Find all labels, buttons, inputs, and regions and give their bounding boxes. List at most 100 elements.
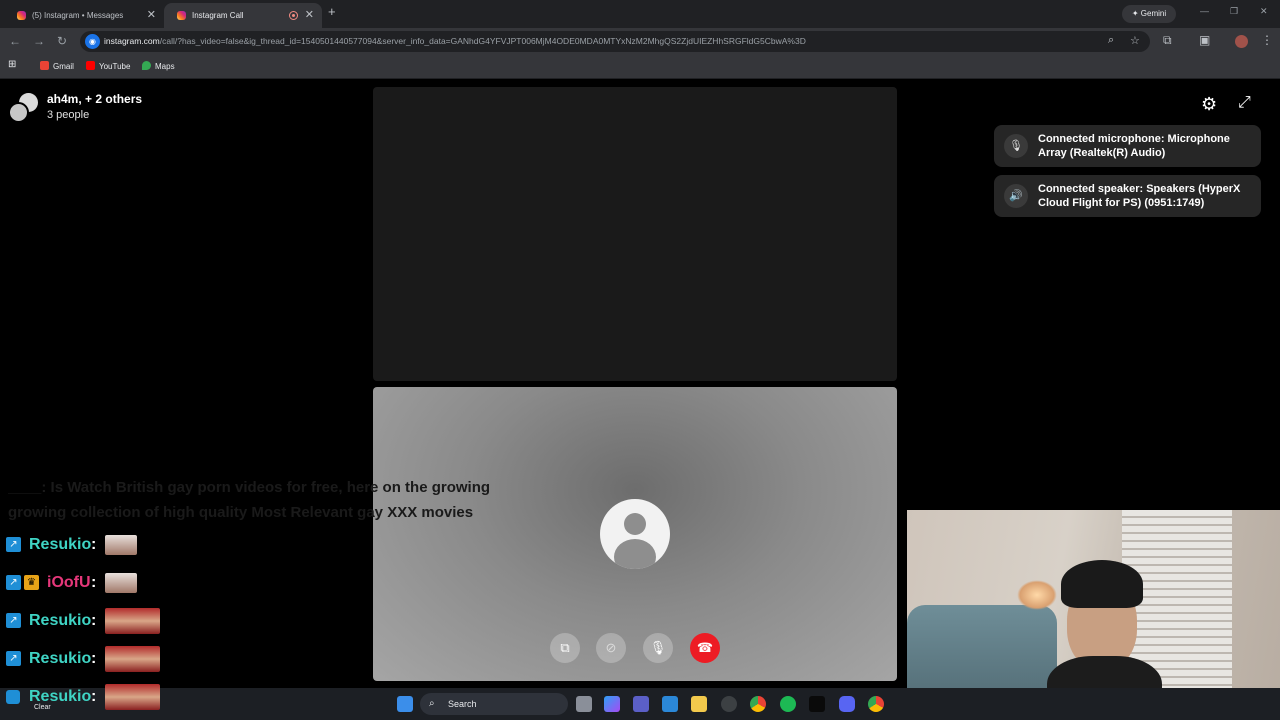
emote-image bbox=[105, 535, 137, 555]
chat-spam-line: ____: Is Watch British gay porn videos f… bbox=[8, 479, 491, 496]
chat-badge-icon: ↗ bbox=[6, 651, 21, 666]
file-explorer-icon[interactable] bbox=[691, 696, 707, 712]
bookmark-maps[interactable]: Maps bbox=[142, 61, 175, 71]
bookmark-label: YouTube bbox=[99, 62, 131, 71]
discord-icon[interactable] bbox=[839, 696, 855, 712]
url-path: /call/?has_video=false&ig_thread_id=1540… bbox=[159, 36, 806, 46]
chat-badge-icon: ↗ bbox=[6, 575, 21, 590]
tab-search-icon[interactable]: ▣ bbox=[1199, 33, 1210, 47]
chat-separator: : bbox=[91, 574, 97, 591]
microphone-icon: 🎙 bbox=[649, 640, 667, 655]
avatar-body bbox=[614, 539, 656, 569]
clear-label: Clear bbox=[34, 704, 51, 711]
bookmark-gmail[interactable]: Gmail bbox=[40, 61, 74, 71]
camera-off-button[interactable]: ⊘ bbox=[596, 633, 626, 663]
close-icon[interactable]: ✕ bbox=[147, 3, 156, 28]
obs-icon[interactable] bbox=[721, 696, 737, 712]
speaker-icon: 🔊 bbox=[1004, 184, 1028, 208]
reload-icon[interactable]: ↻ bbox=[57, 34, 67, 48]
chat-message: ↗ Resukio : bbox=[6, 532, 146, 558]
apps-grid-icon[interactable]: ⊞ bbox=[8, 59, 16, 70]
tab-label: Instagram Call bbox=[192, 11, 244, 20]
tab-instagram-call[interactable]: Instagram Call ✕ bbox=[164, 3, 322, 28]
emote-image bbox=[105, 684, 160, 710]
share-screen-icon: ⧉ bbox=[560, 640, 570, 655]
restore-icon[interactable]: ❐ bbox=[1230, 6, 1238, 17]
task-view-icon[interactable] bbox=[576, 696, 592, 712]
store-icon[interactable] bbox=[662, 696, 678, 712]
profile-avatar[interactable] bbox=[1235, 35, 1248, 48]
bookmark-star-icon[interactable]: ☆ bbox=[1130, 34, 1140, 47]
tab-strip: (5) Instagram • Messages ✕ Instagram Cal… bbox=[0, 0, 1280, 28]
bookmark-label: Maps bbox=[155, 62, 175, 71]
navigation-bar: ← → ↻ ◉ instagram.com/call/?has_video=fa… bbox=[0, 28, 1280, 55]
share-screen-button[interactable]: ⧉ bbox=[550, 633, 580, 663]
bookmark-label: Gmail bbox=[53, 62, 74, 71]
chat-separator: : bbox=[91, 688, 97, 705]
gemini-button[interactable]: ✦ Gemini bbox=[1122, 5, 1176, 23]
gmail-icon bbox=[40, 61, 49, 70]
back-icon[interactable]: ← bbox=[9, 34, 21, 48]
chrome-icon[interactable] bbox=[750, 696, 766, 712]
emote-image bbox=[105, 646, 160, 672]
site-info-icon[interactable]: ◉ bbox=[85, 34, 100, 49]
menu-icon[interactable]: ⋮ bbox=[1261, 33, 1273, 47]
teams-icon[interactable] bbox=[633, 696, 649, 712]
settings-icon[interactable]: ⚙ bbox=[1201, 94, 1217, 115]
notification-text: Connected microphone: Microphone Array (… bbox=[1038, 133, 1230, 159]
start-icon[interactable] bbox=[397, 696, 413, 712]
speaker-notification: 🔊 Connected speaker: Speakers (HyperX Cl… bbox=[994, 175, 1261, 217]
forward-icon[interactable]: → bbox=[33, 34, 45, 48]
screen: (5) Instagram • Messages ✕ Instagram Cal… bbox=[0, 0, 1280, 720]
avatar bbox=[8, 102, 29, 123]
new-tab-button[interactable]: + bbox=[328, 4, 336, 19]
instagram-icon bbox=[177, 11, 186, 20]
chat-message: ↗ ♛ iOofU : bbox=[6, 570, 146, 596]
taskbar: ⌕ Search Resukio : Clear bbox=[0, 684, 1280, 720]
tab-instagram-messages[interactable]: (5) Instagram • Messages ✕ bbox=[4, 3, 164, 28]
fullscreen-icon[interactable]: ⤢ bbox=[1238, 94, 1251, 112]
camera-off-icon: ⊘ bbox=[605, 640, 617, 655]
taskbar-search[interactable]: ⌕ Search bbox=[420, 693, 568, 715]
instagram-icon bbox=[17, 11, 26, 20]
zoom-icon[interactable]: ⌕ bbox=[1108, 34, 1114, 47]
end-call-button[interactable]: ☎ bbox=[690, 633, 720, 663]
tab-label: (5) Instagram • Messages bbox=[32, 11, 124, 20]
spotify-icon[interactable] bbox=[780, 696, 796, 712]
chat-spam-line: growing collection of high quality Most … bbox=[8, 504, 474, 521]
notification-text: Connected speaker: Speakers (HyperX Clou… bbox=[1038, 183, 1241, 209]
minimize-icon[interactable]: — bbox=[1200, 6, 1209, 16]
chat-message: ↗ Resukio : bbox=[6, 608, 166, 634]
bookmarks-bar: ⊞ Gmail YouTube Maps bbox=[0, 55, 1280, 79]
search-label: Search bbox=[448, 699, 477, 709]
call-title: ah4m, + 2 others bbox=[47, 92, 143, 106]
microphone-button[interactable]: 🎙 bbox=[643, 633, 673, 663]
default-avatar-icon bbox=[600, 499, 670, 569]
bookmark-youtube[interactable]: YouTube bbox=[86, 61, 130, 71]
microphone-icon: 🎙 bbox=[1004, 134, 1028, 158]
emote-image bbox=[105, 573, 137, 593]
address-bar[interactable]: ◉ instagram.com/call/?has_video=false&ig… bbox=[80, 31, 1150, 52]
recording-icon bbox=[289, 11, 298, 20]
chat-username: Resukio bbox=[29, 536, 92, 553]
chat-separator: : bbox=[91, 650, 97, 667]
maps-icon bbox=[142, 61, 151, 70]
close-window-icon[interactable]: ✕ bbox=[1260, 6, 1268, 17]
youtube-icon bbox=[86, 61, 95, 70]
extensions-icon[interactable]: ⧉ bbox=[1163, 33, 1172, 48]
chat-username: Resukio bbox=[29, 612, 92, 629]
participant-video-tile bbox=[373, 87, 897, 381]
chat-badge-icon: ↗ bbox=[6, 613, 21, 628]
chrome-profile-icon[interactable] bbox=[868, 696, 884, 712]
chat-username: Resukio bbox=[29, 650, 92, 667]
url-host: instagram.com bbox=[104, 36, 160, 46]
search-icon: ⌕ bbox=[429, 698, 435, 709]
avatar-head bbox=[624, 513, 646, 535]
emote-image bbox=[105, 608, 160, 634]
group-avatar bbox=[8, 93, 38, 123]
chat-separator: : bbox=[91, 536, 97, 553]
copilot-icon[interactable] bbox=[604, 696, 620, 712]
terminal-icon[interactable] bbox=[809, 696, 825, 712]
close-icon[interactable]: ✕ bbox=[305, 3, 314, 28]
gemini-label: Gemini bbox=[1140, 9, 1167, 18]
